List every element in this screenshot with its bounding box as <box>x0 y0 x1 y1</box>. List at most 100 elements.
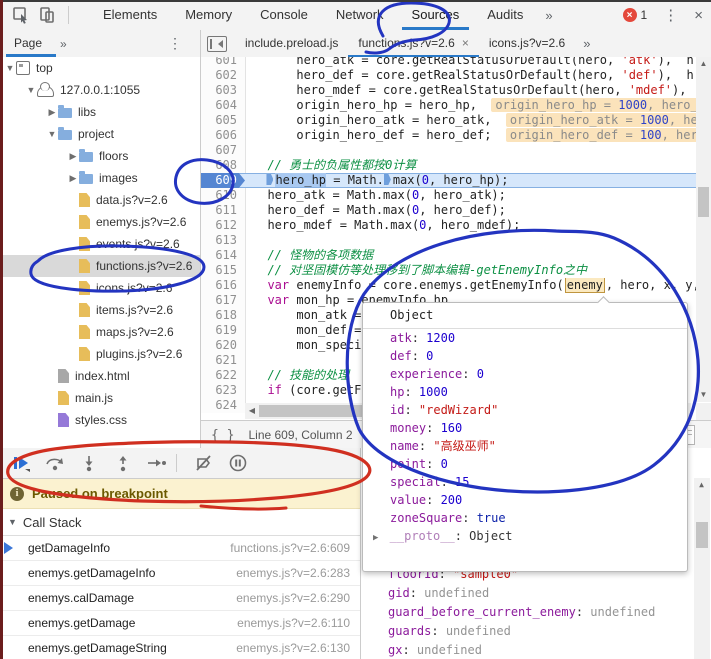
close-tab-icon[interactable]: × <box>462 36 469 50</box>
chevron-right-icon[interactable]: ▶ <box>67 173 79 184</box>
code-line-602[interactable]: 602 hero_def = core.getRealStatusOrDefau… <box>201 68 696 83</box>
line-number[interactable]: 611 <box>201 203 246 218</box>
step-position-marker[interactable] <box>266 174 273 185</box>
callstack-header[interactable]: ▼ Call Stack <box>0 509 360 536</box>
code-line-611[interactable]: 611 hero_def = Math.max(0, hero_def); <box>201 203 696 218</box>
code-line-614[interactable]: 614 // 怪物的各项数据 <box>201 248 696 263</box>
chevron-down-icon[interactable]: ▼ <box>46 129 58 139</box>
tree-item-127-0-0-1-1055[interactable]: ▼127.0.0.1:1055 <box>0 79 200 101</box>
callstack-frame[interactable]: enemys.calDamageenemys.js?v=2.6:290 <box>0 586 360 611</box>
tree-item-libs[interactable]: ▶libs <box>0 101 200 123</box>
tree-item-functions-js-v-2-6[interactable]: functions.js?v=2.6 <box>0 255 200 277</box>
tree-item-events-js-v-2-6[interactable]: events.js?v=2.6 <box>0 233 200 255</box>
code-line-606[interactable]: 606 origin_hero_def = hero_def; origin_h… <box>201 128 696 143</box>
devtools-menu-button[interactable]: ⋮ <box>663 6 678 24</box>
more-panels-button[interactable]: » <box>537 8 560 23</box>
code-line-601[interactable]: 601 hero_atk = core.getRealStatusOrDefau… <box>201 57 696 68</box>
code-line-613[interactable]: 613 <box>201 233 696 248</box>
tree-item-main-js[interactable]: main.js <box>0 387 200 409</box>
tree-item-styles-css[interactable]: styles.css <box>0 409 200 431</box>
code-line-604[interactable]: 604 origin_hero_hp = hero_hp, origin_her… <box>201 98 696 113</box>
code-line-605[interactable]: 605 origin_hero_atk = hero_atk, origin_h… <box>201 113 696 128</box>
scroll-up-icon[interactable]: ▲ <box>694 478 709 492</box>
scope-property-row[interactable]: guard_before_current_enemy: undefined <box>361 603 711 622</box>
navigator-more-tabs-button[interactable]: » <box>60 37 67 51</box>
line-number[interactable]: 613 <box>201 233 246 248</box>
line-number[interactable]: 608 <box>201 158 246 173</box>
hide-navigator-icon[interactable] <box>207 36 227 52</box>
scope-property-row[interactable]: guards: undefined <box>361 622 711 641</box>
inspect-element-icon[interactable] <box>10 5 32 25</box>
editor-tab[interactable]: icons.js?v=2.6 <box>479 30 575 57</box>
scroll-up-icon[interactable]: ▲ <box>696 57 711 71</box>
pause-on-exceptions-button[interactable] <box>225 451 251 475</box>
code-line-607[interactable]: 607 <box>201 143 696 158</box>
navigator-menu-button[interactable]: ⋮ <box>168 35 182 52</box>
pretty-print-icon[interactable]: { } <box>211 428 234 443</box>
scrollbar-thumb[interactable] <box>698 187 709 217</box>
tree-item-floors[interactable]: ▶floors <box>0 145 200 167</box>
panel-tab-elements[interactable]: Elements <box>89 0 171 30</box>
deactivate-breakpoints-button[interactable] <box>191 451 217 475</box>
tree-item-data-js-v-2-6[interactable]: data.js?v=2.6 <box>0 189 200 211</box>
line-number[interactable]: 619 <box>201 323 246 338</box>
line-number[interactable]: 606 <box>201 128 246 143</box>
scroll-left-icon[interactable]: ◀ <box>245 403 259 419</box>
tree-item-icons-js-v-2-6[interactable]: icons.js?v=2.6 <box>0 277 200 299</box>
tree-item-plugins-js-v-2-6[interactable]: plugins.js?v=2.6 <box>0 343 200 365</box>
line-number[interactable]: 604 <box>201 98 246 113</box>
line-number[interactable]: 610 <box>201 188 246 203</box>
panel-tab-memory[interactable]: Memory <box>171 0 246 30</box>
callstack-frame[interactable]: enemys.getDamageStringenemys.js?v=2.6:13… <box>0 636 360 659</box>
error-badge[interactable]: × 1 <box>623 8 648 22</box>
callstack-frame[interactable]: getDamageInfofunctions.js?v=2.6:609 <box>0 536 360 561</box>
code-line-608[interactable]: 608 // 勇士的负属性都按0计算 <box>201 158 696 173</box>
panel-tab-audits[interactable]: Audits <box>473 0 537 30</box>
step-button[interactable] <box>144 451 170 475</box>
tree-item-images[interactable]: ▶images <box>0 167 200 189</box>
panel-tab-console[interactable]: Console <box>246 0 322 30</box>
step-over-button[interactable] <box>42 451 68 475</box>
tree-item-index-html[interactable]: index.html <box>0 365 200 387</box>
scroll-down-icon[interactable]: ▼ <box>696 388 711 402</box>
navigator-tab-page[interactable]: Page <box>10 30 46 57</box>
line-number[interactable]: 614 <box>201 248 246 263</box>
chevron-down-icon[interactable]: ▼ <box>4 63 16 73</box>
callstack-frame[interactable]: enemys.getDamageenemys.js?v=2.6:110 <box>0 611 360 636</box>
editor-more-tabs-button[interactable]: » <box>575 36 598 51</box>
line-number[interactable]: 605 <box>201 113 246 128</box>
code-line-610[interactable]: 610 hero_atk = Math.max(0, hero_atk); <box>201 188 696 203</box>
line-number[interactable]: 617 <box>201 293 246 308</box>
line-number[interactable]: 623 <box>201 383 246 398</box>
step-into-button[interactable] <box>76 451 102 475</box>
line-number[interactable]: 620 <box>201 338 246 353</box>
tree-item-maps-js-v-2-6[interactable]: maps.js?v=2.6 <box>0 321 200 343</box>
line-number[interactable]: 603 <box>201 83 246 98</box>
breakpoint-line-number[interactable]: 609 <box>201 173 245 188</box>
tree-item-project[interactable]: ▼project <box>0 123 200 145</box>
code-line-616[interactable]: 616 var enemyInfo = core.enemys.getEnemy… <box>201 278 696 293</box>
device-toolbar-icon[interactable] <box>36 5 58 25</box>
editor-tab[interactable]: functions.js?v=2.6× <box>348 30 478 57</box>
code-line-603[interactable]: 603 hero_mdef = core.getRealStatusOrDefa… <box>201 83 696 98</box>
panel-tab-sources[interactable]: Sources <box>398 0 474 30</box>
step-position-marker[interactable] <box>384 174 391 185</box>
devtools-close-button[interactable]: × <box>694 7 703 24</box>
editor-vertical-scrollbar[interactable]: ▲ ▼ <box>696 57 711 402</box>
line-number[interactable]: 615 <box>201 263 246 278</box>
line-number[interactable]: 618 <box>201 308 246 323</box>
proto-row[interactable]: ▶ __proto__: Object <box>363 527 687 545</box>
code-line-615[interactable]: 615 // 对坚固模仿等处理移到了脚本编辑-getEnemyInfo之中 <box>201 263 696 278</box>
chevron-right-icon[interactable]: ▶ <box>46 107 58 118</box>
line-number[interactable]: 612 <box>201 218 246 233</box>
tree-item-top[interactable]: ▼top <box>0 57 200 79</box>
line-number[interactable]: 622 <box>201 368 246 383</box>
chevron-down-icon[interactable]: ▼ <box>25 85 37 95</box>
tree-item-items-js-v-2-6[interactable]: items.js?v=2.6 <box>0 299 200 321</box>
line-number[interactable]: 601 <box>201 57 246 68</box>
code-line-609[interactable]: 609 hero_hp = Math.max(0, hero_hp); <box>201 173 696 188</box>
panel-tab-network[interactable]: Network <box>322 0 398 30</box>
scope-property-row[interactable]: gx: undefined <box>361 641 711 659</box>
step-out-button[interactable] <box>110 451 136 475</box>
scope-property-row[interactable]: gid: undefined <box>361 584 711 603</box>
